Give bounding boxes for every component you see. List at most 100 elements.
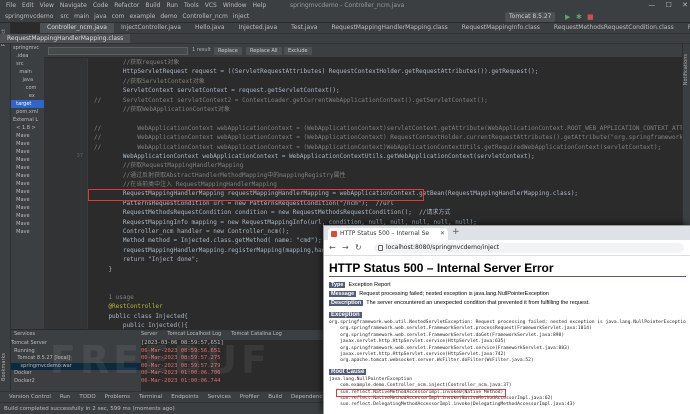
breadcrumb-item[interactable]: inject xyxy=(233,13,249,20)
code-line[interactable] xyxy=(94,114,682,123)
breadcrumb-item[interactable]: main xyxy=(74,13,89,20)
code-line[interactable]: HttpServletRequest request = ((ServletRe… xyxy=(94,67,682,76)
bottom-tab[interactable]: TODO xyxy=(79,394,95,400)
code-line[interactable]: //通过反射获取AbstractHandlerMethodMapping中的ma… xyxy=(94,171,682,180)
editor-tab[interactable]: RequestMappingInfo.class xyxy=(455,23,547,33)
code-line[interactable]: //获取WebApplicationContext对象 xyxy=(94,105,682,114)
run-config-selector[interactable]: Tomcat 8.5.27 xyxy=(505,12,556,22)
project-tree-item[interactable]: Mave xyxy=(11,228,44,236)
code-line[interactable]: // WebApplicationContext webApplicationC… xyxy=(94,133,682,142)
editor-tab[interactable]: Test.java xyxy=(284,23,324,33)
project-tree-item[interactable]: Mave xyxy=(11,148,44,156)
debug-icon[interactable]: ✱ xyxy=(576,11,582,22)
address-bar[interactable]: localhost:8080/springmvcdemo/inject xyxy=(374,243,684,253)
menu-item-vcs[interactable]: VCS xyxy=(205,2,217,9)
breadcrumb-item[interactable]: src xyxy=(60,13,69,20)
exclude-button[interactable]: Exclude xyxy=(284,47,312,55)
editor-tab[interactable]: RequestMappingHandlerMapping.class xyxy=(324,23,454,33)
editor-tab[interactable]: Injected.java xyxy=(232,23,285,33)
project-tree-item[interactable]: .idea xyxy=(11,52,44,60)
breadcrumb-item[interactable]: com xyxy=(112,13,125,20)
code-line[interactable]: // WebApplicationContext webApplicationC… xyxy=(94,143,682,152)
project-tree-item[interactable]: Mave xyxy=(11,156,44,164)
tab-close-icon[interactable]: ✕ xyxy=(440,228,445,240)
code-line[interactable]: //获取ServletContext对象 xyxy=(94,77,682,86)
services-tab[interactable]: Tomcat Catalina Log xyxy=(231,331,282,337)
code-line[interactable]: // WebApplicationContext webApplicationC… xyxy=(94,124,682,133)
project-tree-item[interactable]: Mave xyxy=(11,164,44,172)
bookmarks-tool-label[interactable]: Bookmarks xyxy=(1,353,7,381)
breadcrumb-item[interactable]: demo xyxy=(160,13,177,20)
code-line[interactable]: //获取request对象 xyxy=(94,58,682,67)
project-crumb[interactable]: springmvcdemo xyxy=(5,13,53,20)
menu-item-build[interactable]: Build xyxy=(145,2,160,9)
replace-all-button[interactable]: Replace All xyxy=(246,47,282,55)
project-tree-item[interactable]: springmvc xyxy=(11,44,44,52)
close-icon[interactable]: ✕ xyxy=(682,1,688,9)
project-tree-item[interactable]: Mave xyxy=(11,132,44,140)
bottom-tab[interactable]: Services xyxy=(208,394,231,400)
run-icon[interactable]: ▶ xyxy=(565,11,570,22)
project-tree-item[interactable]: Mave xyxy=(11,220,44,228)
bottom-tab[interactable]: Build xyxy=(268,394,282,400)
replace-button[interactable]: Replace xyxy=(214,47,242,55)
project-tree-item[interactable]: target xyxy=(11,100,44,108)
menu-item-view[interactable]: View xyxy=(40,2,54,9)
editor-tab[interactable]: InjectController.java xyxy=(114,23,188,33)
project-tree-item[interactable]: Mave xyxy=(11,212,44,220)
project-tree-item[interactable]: Mave xyxy=(11,180,44,188)
project-tree-item[interactable]: pom.xml xyxy=(11,108,44,116)
info-icon[interactable] xyxy=(378,245,383,251)
stop-icon[interactable]: ■ xyxy=(587,11,594,22)
project-tree-item[interactable]: < 1.8 > xyxy=(11,124,44,132)
menu-item-window[interactable]: Window xyxy=(223,2,247,9)
bottom-tab[interactable]: Problems xyxy=(105,394,130,400)
project-tree-item[interactable]: java xyxy=(11,76,44,84)
project-tree-item[interactable]: Mave xyxy=(11,172,44,180)
project-tree-item[interactable]: ex xyxy=(11,92,44,100)
reload-icon[interactable]: ↻ xyxy=(355,243,362,252)
notifications-tool-label[interactable]: Notifications xyxy=(683,54,689,85)
menu-item-refactor[interactable]: Refactor xyxy=(114,2,139,9)
new-tab-icon[interactable]: + xyxy=(452,227,460,237)
code-line[interactable]: // ServletContext servletContext2 = Cont… xyxy=(94,96,682,105)
editor-tab[interactable]: RequestMappingHandlerMapping.class xyxy=(0,34,131,43)
editor-tab[interactable]: PatternsRe xyxy=(681,23,690,33)
project-tree-item[interactable]: Mave xyxy=(11,196,44,204)
menu-item-navigate[interactable]: Navigate xyxy=(60,2,87,9)
project-tree-item[interactable]: main xyxy=(11,68,44,76)
breadcrumb-item[interactable]: example xyxy=(129,13,155,20)
browser-tab[interactable]: HTTP Status 500 – Internal Se ✕ xyxy=(328,228,448,240)
project-tree-item[interactable]: Mave xyxy=(11,140,44,148)
menu-item-file[interactable]: File xyxy=(6,2,16,9)
bottom-tab[interactable]: Terminal xyxy=(139,394,162,400)
services-tab[interactable]: Server xyxy=(141,331,157,337)
bottom-tab[interactable]: Version Control xyxy=(9,394,51,400)
menu-item-run[interactable]: Run xyxy=(166,2,178,9)
editor-tab[interactable]: Controller_ncm.java xyxy=(40,23,114,33)
code-line[interactable]: ServletContext servletContext = request.… xyxy=(94,86,682,95)
minimize-icon[interactable]: — xyxy=(648,1,655,9)
project-tree-item[interactable]: Mave xyxy=(11,188,44,196)
forward-icon[interactable]: → xyxy=(342,243,349,252)
menu-item-tools[interactable]: Tools xyxy=(184,2,199,9)
editor-tab[interactable]: Hello.java xyxy=(188,23,232,33)
project-tree-item[interactable]: com xyxy=(11,84,44,92)
replace-input[interactable] xyxy=(48,47,188,55)
breadcrumb-item[interactable]: Controller_ncm xyxy=(182,13,227,20)
code-line[interactable]: WebApplicationContext webApplicationCont… xyxy=(94,152,682,161)
menu-item-code[interactable]: Code xyxy=(93,2,108,9)
editor-tab[interactable]: RequestMethodsRequestCondition.class xyxy=(547,23,681,33)
code-line[interactable]: //获取RequestMappingHandlerMapping xyxy=(94,161,682,170)
project-tree-item[interactable]: Mave xyxy=(11,204,44,212)
back-icon[interactable]: ← xyxy=(329,243,336,252)
menu-item-help[interactable]: Help xyxy=(253,2,267,9)
bottom-tab[interactable]: Endpoints xyxy=(171,394,198,400)
project-tree-item[interactable]: External L xyxy=(11,116,44,124)
bottom-tab[interactable]: Profiler xyxy=(240,394,259,400)
maximize-icon[interactable]: ☐ xyxy=(666,1,672,9)
services-tab[interactable]: Tomcat Localhost Log xyxy=(167,331,221,337)
project-tree-item[interactable]: src xyxy=(11,60,44,68)
bottom-tab[interactable]: Run xyxy=(60,394,71,400)
menu-item-edit[interactable]: Edit xyxy=(22,2,34,9)
